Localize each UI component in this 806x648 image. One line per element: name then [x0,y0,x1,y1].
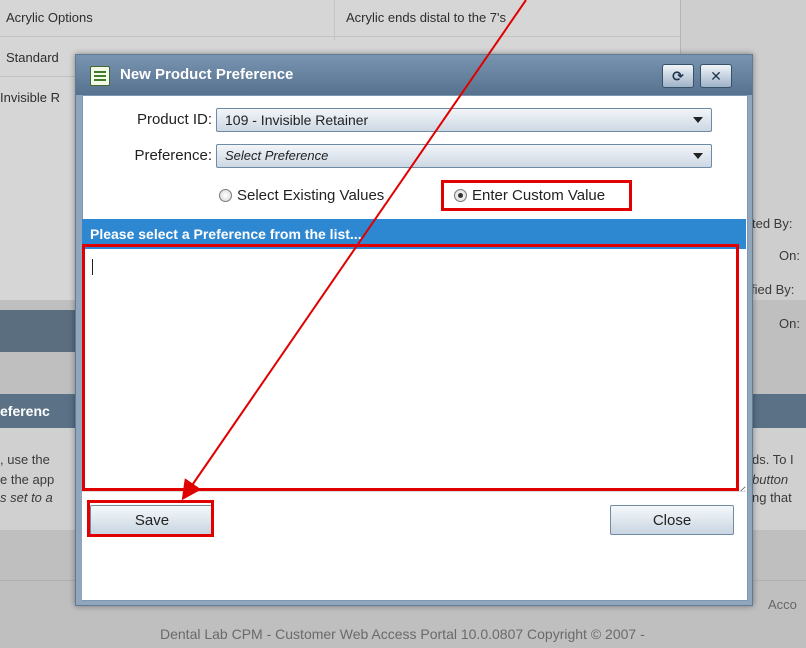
arrow-line [181,0,527,501]
annotation-arrow [181,0,527,501]
